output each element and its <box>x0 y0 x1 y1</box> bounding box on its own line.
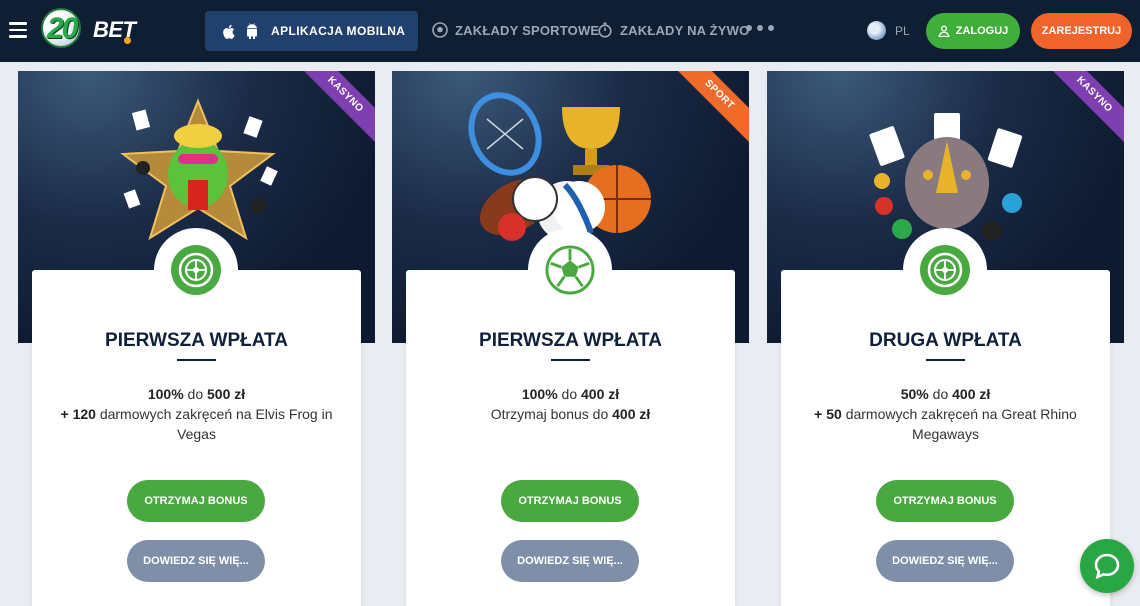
language-code: PL <box>895 23 910 38</box>
learn-more-button[interactable]: DOWIEDZ SIĘ WIĘ... <box>127 540 265 582</box>
nav-sports-betting[interactable]: ZAKŁADY SPORTOWE <box>432 22 599 38</box>
learn-more-button[interactable]: DOWIEDZ SIĘ WIĘ... <box>876 540 1014 582</box>
android-icon <box>245 23 259 39</box>
card-title: PIERWSZA WPŁATA <box>479 330 662 351</box>
language-selector[interactable]: PL <box>867 21 910 40</box>
ribbon-casino: KASYNO <box>294 71 375 146</box>
card-description: 100% do 500 zł + 120 darmowych zakręceń … <box>48 384 345 444</box>
bonus-connector: do <box>557 386 582 402</box>
roulette-icon <box>920 245 970 295</box>
mobile-app-label: APLIKACJA MOBILNA <box>271 24 406 38</box>
globe-icon <box>867 21 886 40</box>
bonus-card-casino-second-deposit: KASYNO DRUGA WPŁATA 50% do 400 zł + 50 d… <box>767 71 1124 606</box>
user-icon <box>938 25 950 37</box>
apple-icon <box>221 23 235 39</box>
ribbon-casino: KASYNO <box>1043 71 1124 146</box>
card-description: 50% do 400 zł + 50 darmowych zakręceń na… <box>797 384 1094 444</box>
bonus-card-casino-first-deposit: KASYNO PIERWSZA WPŁATA 100% do 500 zł + … <box>18 71 375 606</box>
bonus-connector: do <box>928 386 953 402</box>
login-button[interactable]: ZALOGUJ <box>926 13 1020 49</box>
get-bonus-button[interactable]: OTRZYMAJ BONUS <box>876 480 1014 522</box>
free-spins-count: + 120 <box>60 406 96 422</box>
logo-number: 20 <box>47 12 78 45</box>
bonus-card-sport-first-deposit: SPORT PIERWSZA WPŁATA 100% do 400 zł Otr… <box>392 71 749 606</box>
bonus-percent: 100% <box>147 386 184 402</box>
site-logo[interactable]: 20 BET <box>41 8 136 50</box>
title-divider <box>177 359 216 361</box>
top-navigation-bar: 20 BET APLIKACJA MOBILNA ZAKŁADY SPORTOW… <box>0 0 1140 62</box>
card-title: PIERWSZA WPŁATA <box>105 330 288 351</box>
login-label: ZALOGUJ <box>955 25 1009 37</box>
card-badge <box>528 228 612 312</box>
chat-bubble-icon <box>1094 553 1120 580</box>
logo-dot <box>124 37 131 44</box>
nav-live-betting-label: ZAKŁADY NA ŻYWO <box>620 22 750 38</box>
roulette-icon <box>171 245 221 295</box>
soccer-ball-icon <box>432 22 448 38</box>
title-divider <box>926 359 965 361</box>
title-divider <box>551 359 590 361</box>
card-badge <box>154 228 238 312</box>
get-bonus-button[interactable]: OTRZYMAJ BONUS <box>501 480 639 522</box>
chat-button[interactable] <box>1080 539 1134 593</box>
nav-sports-betting-label: ZAKŁADY SPORTOWE <box>455 22 600 38</box>
mobile-app-button[interactable]: APLIKACJA MOBILNA <box>205 11 418 51</box>
bonus-amount: 400 zł <box>952 386 991 402</box>
elvis-frog-illustration <box>120 98 278 241</box>
bonus-amount: 500 zł <box>207 386 246 402</box>
more-dots-icon[interactable] <box>746 25 774 31</box>
bonus-text: Otrzymaj bonus do <box>490 406 613 422</box>
bonus-amount: 400 zł <box>581 386 620 402</box>
free-spins-text: darmowych zakręceń na Elvis Frog in Vega… <box>95 406 333 442</box>
card-description: 100% do 400 zł Otrzymaj bonus do 400 zł <box>422 384 719 424</box>
free-spins-count: + 50 <box>814 406 842 422</box>
hamburger-menu-icon[interactable] <box>9 22 27 38</box>
learn-more-button[interactable]: DOWIEDZ SIĘ WIĘ... <box>501 540 639 582</box>
bonus-percent: 100% <box>521 386 558 402</box>
register-button[interactable]: ZAREJESTRUJ <box>1031 13 1132 49</box>
bonus-percent: 50% <box>900 386 929 402</box>
free-spins-text: darmowych zakręceń na Great Rhino Megawa… <box>841 406 1077 442</box>
nav-live-betting[interactable]: ZAKŁADY NA ŻYWO <box>597 22 749 38</box>
card-title: DRUGA WPŁATA <box>869 330 1022 351</box>
soccer-ball-icon <box>545 245 595 295</box>
bonus-max: 400 zł <box>612 406 651 422</box>
register-label: ZAREJESTRUJ <box>1041 25 1122 37</box>
ribbon-sport: SPORT <box>668 71 749 146</box>
get-bonus-button[interactable]: OTRZYMAJ BONUS <box>127 480 265 522</box>
stopwatch-icon <box>597 22 613 38</box>
sports-equipment-illustration <box>468 92 651 241</box>
bonus-connector: do <box>183 386 208 402</box>
card-badge <box>903 228 987 312</box>
